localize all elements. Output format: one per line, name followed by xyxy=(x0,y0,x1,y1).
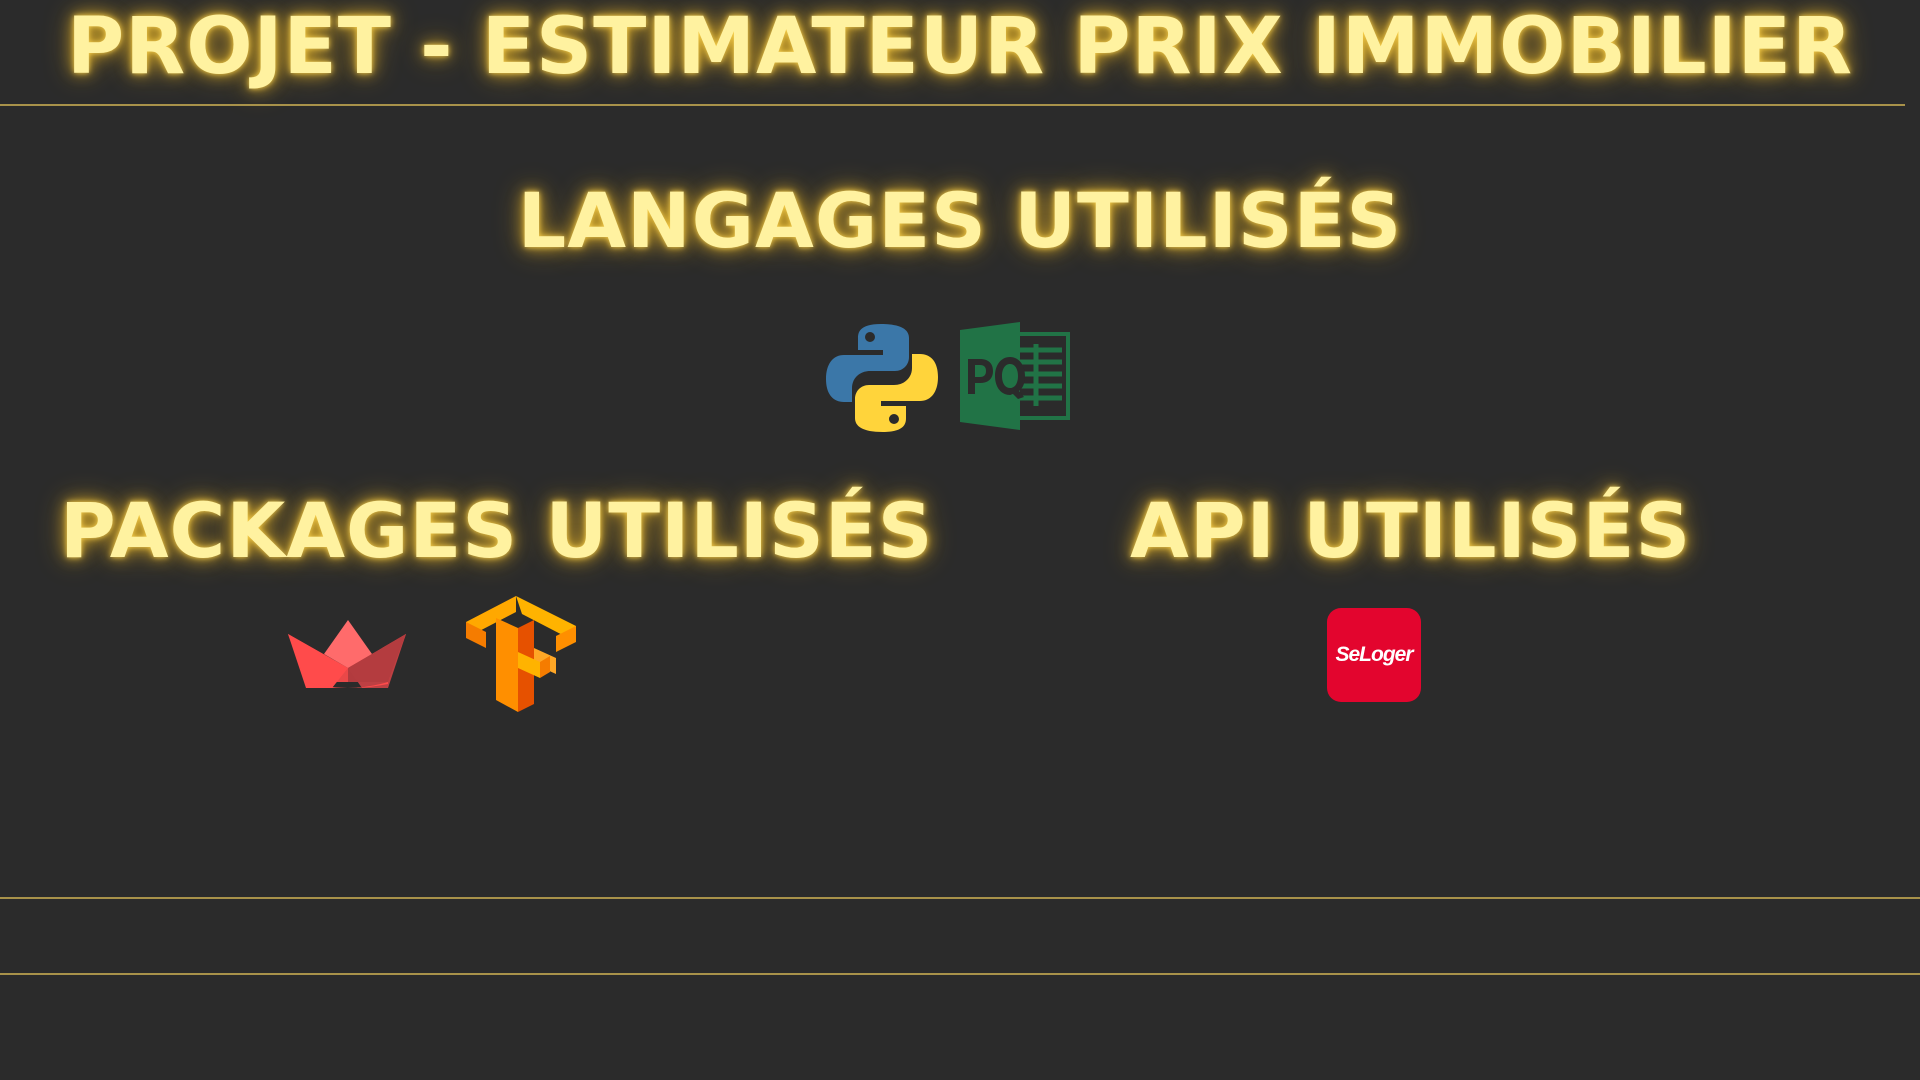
api-heading: API UTILISÉS xyxy=(1130,486,1692,575)
languages-heading: LANGAGES UTILISÉS xyxy=(517,176,1403,265)
tensorflow-icon xyxy=(466,596,576,712)
power-query-icon xyxy=(960,322,1070,430)
packages-heading: PACKAGES UTILISÉS xyxy=(60,486,934,575)
streamlit-icon xyxy=(288,620,406,688)
bottom-divider-lower xyxy=(0,973,1920,975)
bottom-divider-upper xyxy=(0,897,1920,899)
page-title: PROJET - ESTIMATEUR PRIX IMMOBILIER xyxy=(66,2,1854,92)
python-icon xyxy=(826,324,938,432)
seloger-logo-text: SeLoger xyxy=(1335,643,1413,666)
seloger-icon: SeLoger xyxy=(1327,608,1421,702)
top-divider xyxy=(0,104,1905,106)
